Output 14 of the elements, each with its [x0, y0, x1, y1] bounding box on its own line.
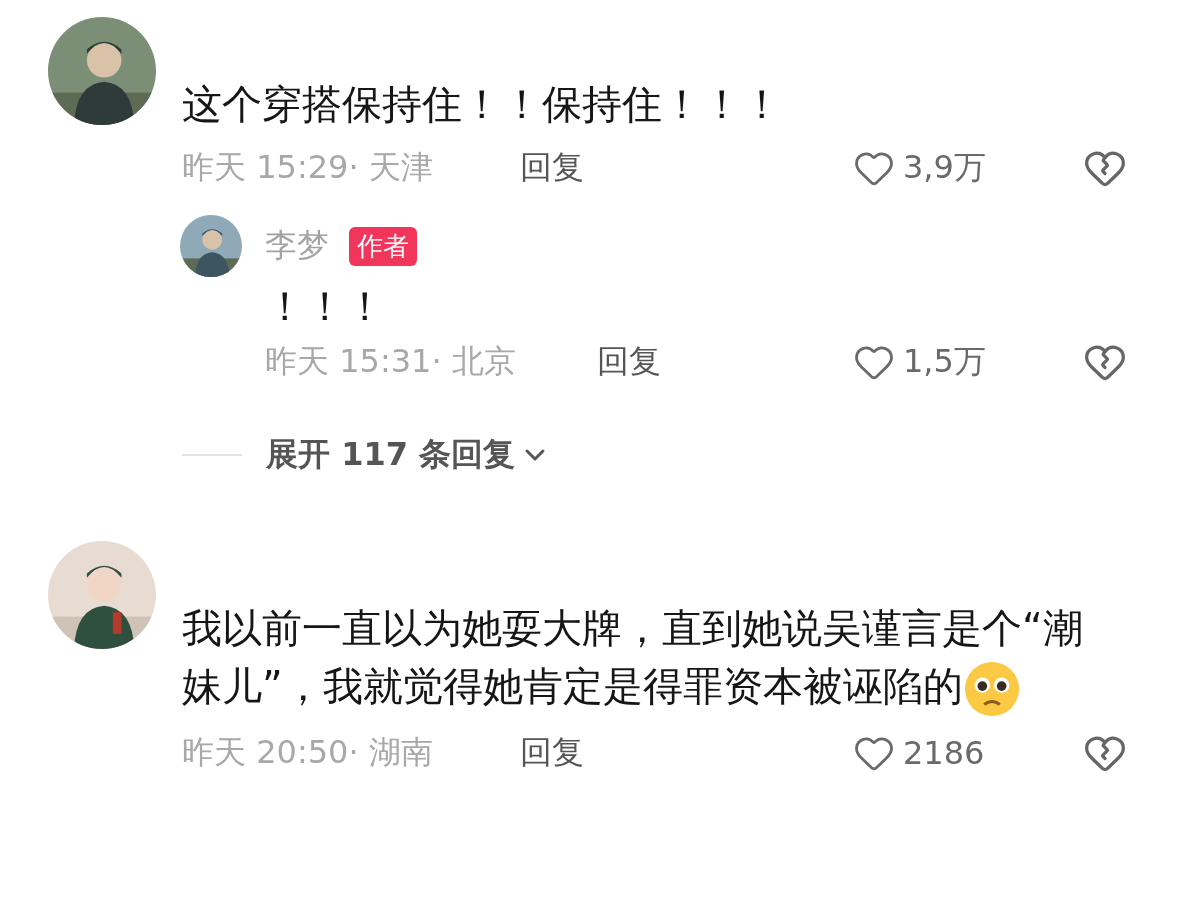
like-button[interactable]: 3,9万	[853, 146, 1083, 190]
reply-text: ！！！	[265, 282, 386, 331]
author-badge: 作者	[349, 226, 417, 266]
reply-button[interactable]: 回复	[520, 146, 584, 190]
like-button[interactable]: 1,5万	[853, 340, 1083, 384]
timestamp: 昨天 15:31· 北京	[265, 341, 517, 382]
timestamp: 昨天 15:29· 天津	[182, 147, 434, 188]
comment-text: 这个穿搭保持住！！保持住！！！	[182, 80, 783, 129]
reply-button[interactable]: 回复	[520, 731, 584, 775]
reply-button[interactable]: 回复	[597, 340, 661, 384]
timestamp: 昨天 20:50· 湖南	[182, 732, 434, 773]
expand-replies-button[interactable]: 展开 117 条回复	[266, 433, 552, 477]
comment-text: 我以前一直以为她耍大牌，直到她说吴谨言是个“潮妹儿”，我就觉得她肯定是得罪资本被诬陷的	[182, 599, 1102, 718]
like-button[interactable]: 2186	[853, 732, 1083, 774]
